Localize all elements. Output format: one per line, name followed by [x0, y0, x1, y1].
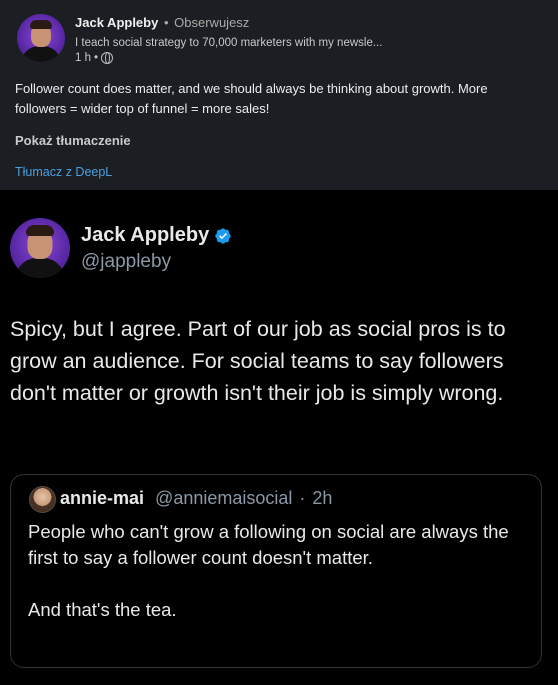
linkedin-post-card: Jack Appleby • Obserwujesz I teach socia…: [0, 0, 558, 190]
tweet-text: Spicy, but I agree. Part of our job as s…: [10, 317, 506, 405]
author-name[interactable]: Jack Appleby: [75, 15, 158, 30]
quoted-author-name: annie-mai: [60, 488, 145, 508]
tweet-author-handle[interactable]: @jappleby: [81, 251, 171, 273]
quoted-tweet-time: 2h: [312, 488, 333, 508]
globe-icon: [101, 52, 114, 64]
separator-dot: •: [94, 52, 99, 64]
quoted-paragraph-1: People who can't grow a following on soc…: [28, 521, 509, 568]
tweet-author-avatar[interactable]: [10, 218, 70, 278]
quoted-tweet[interactable]: annie-mai @anniemaisocial · 2h People wh…: [10, 474, 542, 668]
separator-dot: ·: [299, 488, 306, 508]
show-translation-button[interactable]: Pokaż tłumaczenie: [15, 133, 131, 148]
follow-status: Obserwujesz: [174, 15, 250, 30]
quoted-author-avatar: [29, 486, 56, 513]
post-body: Follower count does matter, and we shoul…: [15, 81, 488, 116]
tweet-author-name[interactable]: Jack Appleby: [81, 224, 209, 247]
separator-dot: •: [163, 15, 169, 30]
post-time: 1 h: [75, 52, 91, 64]
deepl-translate-link[interactable]: Tłumacz z DeepL: [15, 165, 112, 179]
quoted-author-handle: @anniemaisocial: [155, 488, 293, 508]
post-time-row: 1 h •: [75, 52, 114, 64]
author-name-row: Jack Appleby • Obserwujesz: [75, 15, 249, 30]
quoted-tweet-header: annie-mai @anniemaisocial · 2h: [60, 488, 332, 509]
quoted-paragraph-2: And that's the tea.: [28, 599, 177, 620]
verified-badge-icon: [215, 227, 231, 244]
author-avatar[interactable]: [17, 14, 65, 62]
author-headline: I teach social strategy to 70,000 market…: [75, 37, 383, 49]
quoted-tweet-text: People who can't grow a following on soc…: [28, 519, 528, 623]
tweet-author-name-row: Jack Appleby: [81, 224, 232, 247]
